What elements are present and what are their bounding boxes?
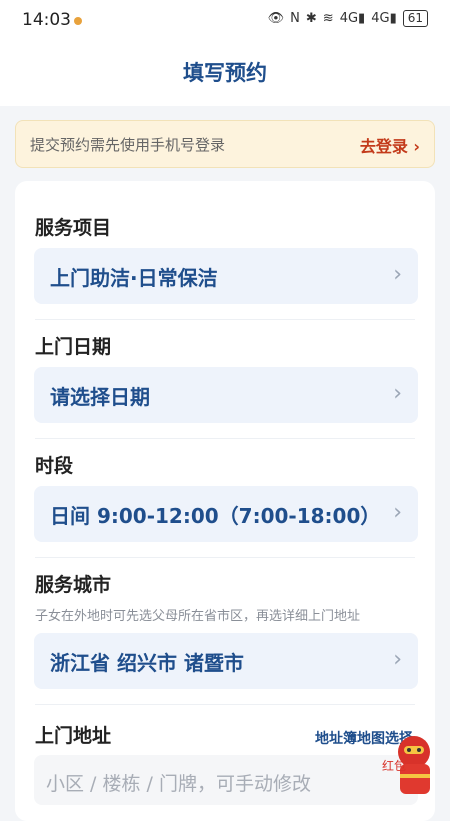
- period-value: 日间 9:00-12:00（7:00-18:00）: [50, 504, 381, 528]
- red-envelope-mascot-icon[interactable]: 红包: [378, 730, 436, 798]
- address-placeholder: 小区 / 楼栋 / 门牌，可手动修改: [46, 773, 311, 795]
- signal-icon-2: 4G▮: [371, 11, 397, 26]
- period-label: 时段: [35, 455, 74, 477]
- mascot-text: 红包: [382, 758, 406, 773]
- bluetooth-icon: ✱: [305, 11, 317, 26]
- chevron-right-icon: ›: [393, 381, 402, 406]
- nfc-icon: N: [290, 11, 300, 26]
- divider: [35, 438, 415, 439]
- service-value: 上门助洁·日常保洁: [50, 266, 218, 290]
- wifi-icon: ≋: [322, 11, 334, 26]
- date-value: 请选择日期: [50, 385, 150, 409]
- date-label: 上门日期: [35, 336, 112, 358]
- date-select[interactable]: 请选择日期 ›: [34, 367, 418, 423]
- address-label: 上门地址: [35, 725, 112, 747]
- status-bar: 14:03 👁 N ✱ ≋ 4G▮ 4G▮ 61: [0, 0, 450, 40]
- city-value: 浙江省 绍兴市 诸暨市: [50, 651, 244, 675]
- divider: [35, 557, 415, 558]
- battery-icon: 61: [402, 10, 428, 27]
- status-icons: 👁 N ✱ ≋ 4G▮ 4G▮ 61: [268, 10, 428, 27]
- login-notice-text: 提交预约需先使用手机号登录: [30, 136, 226, 154]
- eye-icon: 👁: [267, 11, 285, 26]
- city-label: 服务城市: [35, 574, 112, 596]
- page-title: 填写预约: [183, 61, 267, 85]
- chevron-right-icon: ›: [393, 647, 402, 672]
- chevron-right-icon: ›: [393, 262, 402, 287]
- divider: [35, 319, 415, 320]
- service-label: 服务项目: [35, 217, 112, 239]
- notification-dot-icon: [74, 17, 82, 25]
- period-select[interactable]: 日间 9:00-12:00（7:00-18:00） ›: [34, 486, 418, 542]
- city-hint: 子女在外地时可先选父母所在省市区，再选详细上门地址: [35, 609, 361, 624]
- login-notice: 提交预约需先使用手机号登录 去登录 ›: [15, 120, 435, 168]
- service-select[interactable]: 上门助洁·日常保洁 ›: [34, 248, 418, 304]
- login-button[interactable]: 去登录 ›: [360, 133, 420, 157]
- booking-form-card: 服务项目 上门助洁·日常保洁 › 上门日期 请选择日期 › 时段 日间 9:00…: [15, 181, 435, 821]
- city-select[interactable]: 浙江省 绍兴市 诸暨市 ›: [34, 633, 418, 689]
- status-time: 14:03: [22, 10, 71, 30]
- divider: [35, 704, 415, 705]
- page-header: 填写预约: [0, 40, 450, 106]
- chevron-right-icon: ›: [393, 500, 402, 525]
- signal-icon-1: 4G▮: [339, 11, 366, 26]
- address-input[interactable]: 小区 / 楼栋 / 门牌，可手动修改: [34, 755, 418, 805]
